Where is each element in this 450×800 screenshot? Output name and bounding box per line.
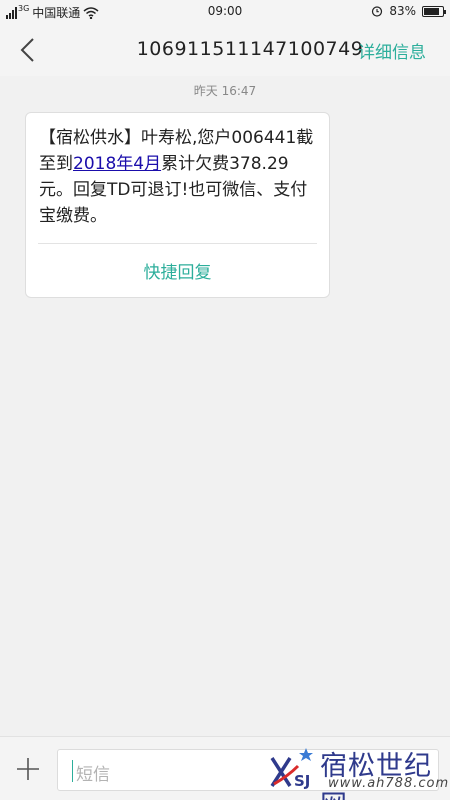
- plus-icon: [17, 758, 39, 780]
- quick-reply-button[interactable]: 快捷回复: [26, 258, 329, 283]
- message-bubble: 【宿松供水】叶寿松,您户006441截至到2018年4月累计欠费378.29元。…: [25, 112, 330, 298]
- bubble-divider: [38, 243, 317, 244]
- message-timestamp: 昨天 16:47: [193, 84, 257, 98]
- status-bar-right: 83%: [371, 4, 446, 18]
- site-watermark: SJ 宿松世纪网 www.ah788.com: [268, 744, 450, 800]
- watermark-url: www.ah788.com: [328, 776, 450, 791]
- battery-icon: [422, 5, 446, 17]
- watermark-site-name: 宿松世纪网: [320, 751, 432, 800]
- watermark-logo-text: SJ: [294, 772, 310, 790]
- date-link[interactable]: 2018年4月: [73, 154, 161, 174]
- watermark-logo: SJ: [270, 748, 313, 790]
- battery-level: [424, 7, 439, 15]
- status-bar: 3G 中国联通 09:00 83%: [0, 0, 450, 24]
- details-button[interactable]: 详细信息: [358, 38, 426, 63]
- battery-percent: 83%: [389, 4, 416, 18]
- text-caret: [72, 760, 73, 782]
- add-attachment-button[interactable]: [14, 755, 42, 783]
- alarm-icon: [371, 5, 383, 17]
- conversation-header: 106911511147100749 详细信息: [0, 24, 450, 76]
- message-text: 【宿松供水】叶寿松,您户006441截至到2018年4月累计欠费378.29元。…: [39, 125, 319, 229]
- message-input-placeholder: 短信: [76, 765, 110, 785]
